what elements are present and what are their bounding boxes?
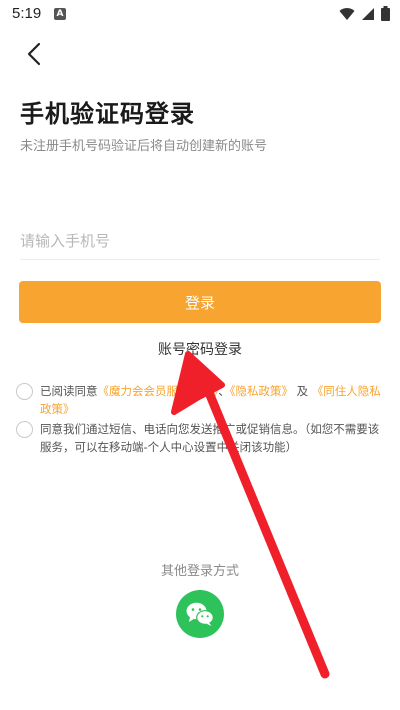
back-button[interactable] xyxy=(16,36,52,72)
agreement-terms-checkbox[interactable] xyxy=(16,383,33,400)
agreement-marketing-text: 同意我们通过短信、电话向您发送推广或促销信息。（如您不需要该服务，可以在移动端-… xyxy=(40,422,380,454)
wechat-login-button[interactable] xyxy=(176,590,224,638)
wifi-icon xyxy=(339,7,355,20)
status-icons xyxy=(339,6,390,21)
agreement-prefix: 已阅读同意 xyxy=(40,384,98,398)
other-login-label: 其他登录方式 xyxy=(160,564,239,579)
wechat-icon xyxy=(186,602,214,626)
chevron-left-icon xyxy=(27,42,41,66)
privacy-policy-link[interactable]: 《隐私政策》 xyxy=(230,384,293,398)
agreement-marketing-checkbox[interactable] xyxy=(16,421,33,438)
page-title: 手机验证码登录 xyxy=(20,100,195,128)
agreement-and: 及 xyxy=(296,384,309,398)
password-login-link[interactable]: 账号密码登录 xyxy=(0,339,400,359)
agreement-terms-row: 已阅读同意《魔力会会员服务条款》、《隐私政策》 及 《同住人隐私政策》 xyxy=(16,382,386,418)
battery-icon xyxy=(381,6,390,21)
page-subtitle: 未注册手机号码验证后将自动创建新的账号 xyxy=(20,139,268,154)
agreement-separator: 、 xyxy=(218,384,230,398)
signal-icon xyxy=(362,7,374,20)
status-bar: 5:19 A xyxy=(0,0,400,28)
phone-input[interactable] xyxy=(20,222,380,260)
member-terms-link[interactable]: 《魔力会会员服务条款》 xyxy=(98,384,219,398)
notification-icon: A xyxy=(54,8,66,20)
agreement-terms-text: 已阅读同意《魔力会会员服务条款》、《隐私政策》 及 《同住人隐私政策》 xyxy=(16,382,386,418)
agreement-marketing-row: 同意我们通过短信、电话向您发送推广或促销信息。（如您不需要该服务，可以在移动端-… xyxy=(16,420,386,456)
login-button[interactable]: 登录 xyxy=(19,281,381,323)
status-time: 5:19 xyxy=(12,5,42,22)
